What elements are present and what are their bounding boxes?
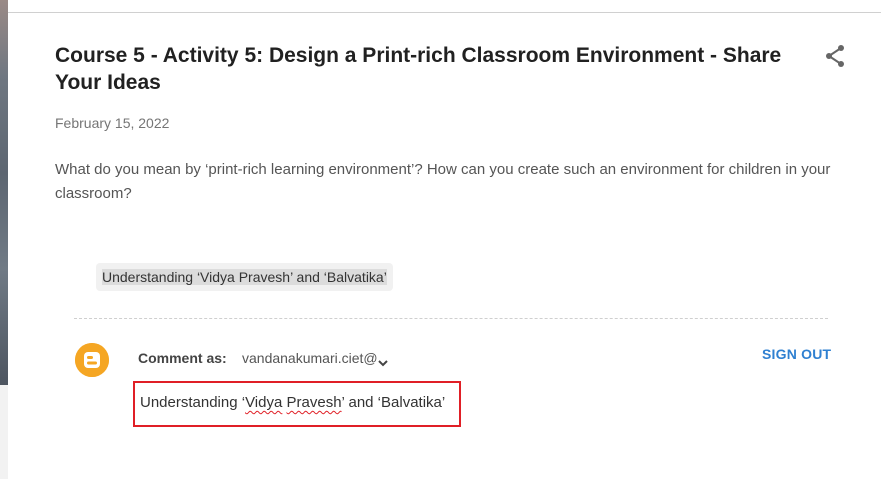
blog-post-page: Course 5 - Activity 5: Design a Print-ri… (0, 0, 881, 479)
label-chip[interactable]: Understanding ‘Vidya Pravesh’ and ‘Balva… (96, 263, 393, 291)
post-date: February 15, 2022 (55, 115, 170, 131)
comments-divider (74, 318, 828, 319)
background-strip (0, 0, 8, 385)
comment-input[interactable]: Understanding ‘Vidya Pravesh’ and ‘Balva… (133, 381, 461, 427)
comment-text-part: ’ (441, 394, 446, 411)
post-title: Course 5 - Activity 5: Design a Print-ri… (55, 44, 782, 94)
chevron-down-icon (378, 354, 388, 370)
spellcheck-word: Pravesh (286, 394, 342, 411)
comment-text-part: Understanding ‘ (140, 394, 246, 411)
share-icon[interactable] (824, 44, 846, 68)
comment-input-text[interactable]: Understanding ‘Vidya Pravesh’ and ‘Balva… (140, 394, 445, 411)
blogger-icon (75, 343, 109, 377)
background-strip-bottom (0, 385, 8, 479)
top-border (8, 12, 881, 13)
spellcheck-word: Vidya (245, 394, 283, 411)
post-body: What do you mean by ‘print-rich learning… (55, 161, 831, 202)
comment-text-word: Balvatika (381, 394, 442, 411)
label-chip-text: Understanding ‘Vidya Pravesh’ and ‘Balva… (102, 269, 387, 285)
comment-text-part: ’ and ‘ (341, 394, 382, 411)
account-name: vandanakumari.ciet@ (242, 350, 377, 366)
account-select[interactable]: vandanakumari.ciet@ (242, 350, 388, 370)
comment-as-label: Comment as: (138, 350, 227, 366)
sign-out-link[interactable]: SIGN OUT (762, 346, 831, 362)
